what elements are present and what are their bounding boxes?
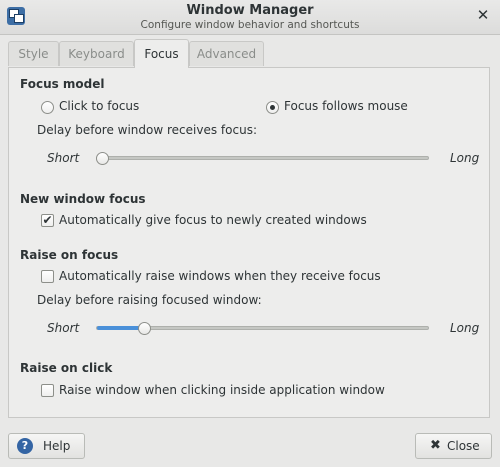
window-subtitle: Configure window behavior and shortcuts [140,19,360,31]
new-window-focus-checkbox[interactable]: ✔ [41,214,54,227]
raise-on-focus-label[interactable]: Automatically raise windows when they re… [59,269,381,283]
raise-delay-min-label: Short [47,321,80,335]
focus-delay-label: Delay before window receives focus: [37,123,257,137]
raise-delay-slider-handle[interactable] [137,322,151,335]
tab-focus[interactable]: Focus [134,39,189,68]
tab-advanced[interactable]: Advanced [189,41,264,66]
raise-on-click-title: Raise on click [20,361,113,375]
raise-on-focus-title: Raise on focus [20,248,119,262]
new-window-focus-title: New window focus [20,192,146,206]
close-button-label: Close [447,439,480,453]
focus-follows-mouse-label[interactable]: Focus follows mouse [284,99,408,113]
raise-on-click-checkbox[interactable] [41,384,54,397]
checkmark-icon: ✔ [42,213,53,227]
help-icon: ? [17,438,33,454]
click-to-focus-radio[interactable] [41,101,54,114]
tab-keyboard[interactable]: Keyboard [59,41,134,66]
close-icon[interactable]: ✕ [475,7,491,23]
window-title: Window Manager [186,3,314,18]
tab-style[interactable]: Style [8,41,59,66]
focus-delay-slider-handle[interactable] [96,152,109,165]
help-button-label: Help [43,439,71,453]
focus-delay-min-label: Short [47,151,80,165]
raise-on-click-label[interactable]: Raise window when clicking inside applic… [59,383,385,397]
focus-delay-max-label: Long [450,151,480,165]
focus-delay-slider[interactable] [96,156,429,160]
close-button[interactable]: ✖ Close [415,433,492,459]
focus-model-title: Focus model [20,77,105,91]
focus-panel: Focus model Click to focus Focus follows… [8,67,490,418]
click-to-focus-label[interactable]: Click to focus [59,99,139,113]
close-button-icon: ✖ [430,438,441,453]
new-window-focus-label[interactable]: Automatically give focus to newly create… [59,213,367,227]
help-button[interactable]: ? Help [8,433,85,459]
raise-delay-label: Delay before raising focused window: [37,293,262,307]
focus-follows-mouse-radio[interactable] [266,101,279,114]
raise-delay-max-label: Long [450,321,480,335]
raise-on-focus-checkbox[interactable] [41,270,54,283]
title-bar: Window Manager Configure window behavior… [0,0,500,35]
